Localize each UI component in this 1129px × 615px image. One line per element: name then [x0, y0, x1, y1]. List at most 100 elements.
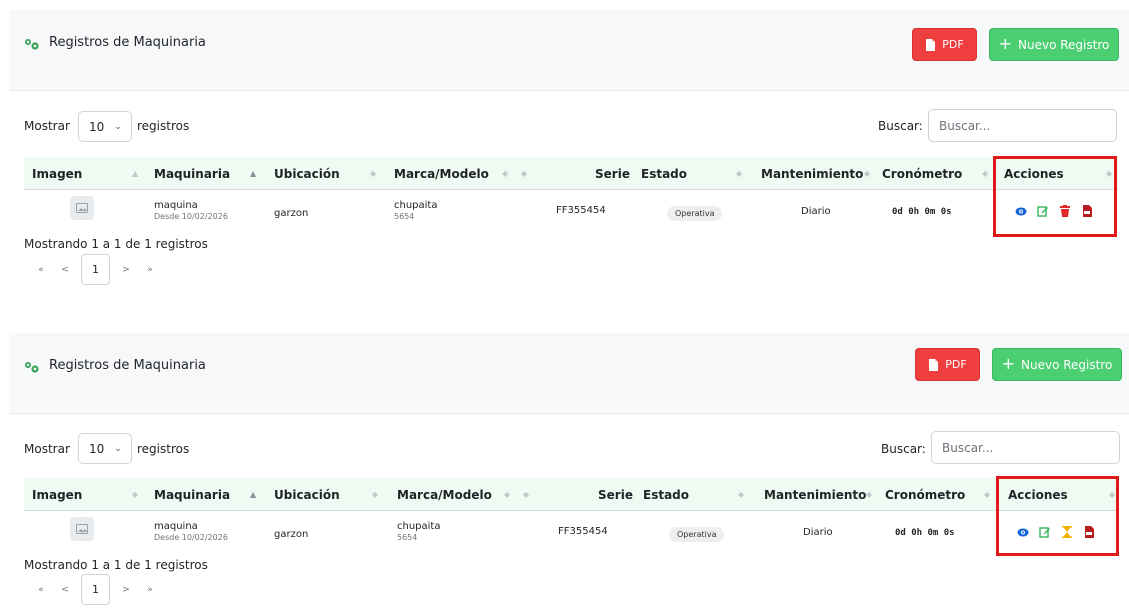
- pdf-button-label: PDF: [942, 38, 964, 51]
- col-marca-modelo[interactable]: Marca/Modelo: [397, 478, 492, 511]
- search-input[interactable]: Buscar...: [931, 431, 1120, 464]
- col-estado[interactable]: Estado: [643, 478, 689, 511]
- col-mantenimiento[interactable]: Mantenimiento: [764, 478, 866, 511]
- sort-icon: ◆: [864, 169, 871, 178]
- table-info: Mostrando 1 a 1 de 1 registros: [24, 558, 208, 572]
- pager-prev[interactable]: <: [53, 265, 77, 275]
- col-cronometro[interactable]: Cronómetro: [882, 157, 962, 190]
- sort-icon: ◆: [982, 169, 989, 178]
- gears-icon: [25, 39, 39, 50]
- maquinaria-name: maquina: [154, 200, 198, 211]
- sort-icon: ◆: [866, 490, 873, 499]
- col-serie[interactable]: Serie: [595, 157, 630, 190]
- cell-ubicacion: garzon: [274, 529, 309, 540]
- chevron-down-icon: ⌄: [114, 443, 122, 454]
- cell-marca-modelo: chupaita 5654: [394, 200, 437, 221]
- cell-ubicacion: garzon: [274, 208, 309, 219]
- search-label: Buscar:: [881, 442, 926, 456]
- file-pdf-icon: [926, 38, 936, 51]
- sort-icon: ◆: [372, 490, 379, 499]
- sort-icon: ◆: [132, 490, 139, 499]
- pager-last[interactable]: »: [138, 265, 162, 275]
- modelo: 5654: [394, 212, 415, 221]
- file-pdf-icon: [929, 358, 939, 371]
- pager-last[interactable]: »: [138, 585, 162, 595]
- cell-maquinaria: maquina Desde 10/02/2026: [154, 521, 228, 542]
- table-row: maquina Desde 10/02/2026 garzon chupaita…: [24, 190, 1118, 234]
- pager-next[interactable]: >: [114, 585, 138, 595]
- search-placeholder: Buscar...: [939, 118, 991, 133]
- pager-next[interactable]: >: [114, 265, 138, 275]
- cell-mantenimiento: Diario: [801, 206, 831, 217]
- col-marca-modelo[interactable]: Marca/Modelo: [394, 157, 489, 190]
- status-badge: Operativa: [669, 527, 725, 542]
- sort-icon: ◆: [523, 490, 530, 499]
- search-label: Buscar:: [878, 119, 923, 133]
- table-info: Mostrando 1 a 1 de 1 registros: [24, 237, 208, 251]
- sort-icon: ▲︎: [132, 169, 139, 178]
- col-ubicacion[interactable]: Ubicación: [274, 157, 340, 190]
- plus-icon: +: [1001, 353, 1016, 373]
- gears-icon: [25, 362, 39, 373]
- pdf-button[interactable]: PDF: [912, 28, 977, 61]
- table-row: maquina Desde 10/02/2026 garzon chupaita…: [24, 511, 1118, 555]
- col-cronometro[interactable]: Cronómetro: [885, 478, 965, 511]
- search-input[interactable]: Buscar...: [928, 109, 1117, 142]
- cell-cronometro: 0d 0h 0m 0s: [892, 207, 952, 217]
- table-header: Imagen ◆ Maquinaria ▲ Ubicación ◆ Marca/…: [24, 478, 1118, 511]
- image-placeholder-icon: [70, 517, 94, 541]
- cell-serie: FF355454: [558, 526, 608, 537]
- cell-maquinaria: maquina Desde 10/02/2026: [154, 200, 228, 221]
- pdf-button-label: PDF: [945, 358, 967, 371]
- page-size-select[interactable]: 10 ⌄: [78, 111, 132, 142]
- sort-icon: ◆: [504, 490, 511, 499]
- col-ubicacion[interactable]: Ubicación: [274, 478, 340, 511]
- plus-icon: +: [998, 33, 1013, 53]
- maquinaria-desde: Desde 10/02/2026: [154, 533, 228, 542]
- show-label: Mostrar: [24, 119, 70, 133]
- col-imagen[interactable]: Imagen: [32, 157, 82, 190]
- sort-icon: ◆: [984, 490, 991, 499]
- show-label: Mostrar: [24, 442, 70, 456]
- highlight-box: [996, 476, 1119, 556]
- marca: chupaita: [394, 200, 438, 211]
- sort-asc-icon: ▲: [250, 490, 257, 499]
- page-size-value: 10: [89, 119, 105, 134]
- pagination: « < 1 > »: [29, 254, 162, 285]
- sort-icon: ◆: [738, 490, 745, 499]
- page-size-select[interactable]: 10 ⌄: [78, 433, 132, 464]
- sort-asc-icon: ▲: [250, 169, 257, 178]
- col-estado[interactable]: Estado: [641, 157, 687, 190]
- col-mantenimiento[interactable]: Mantenimiento: [761, 157, 863, 190]
- image-placeholder-icon: [70, 196, 94, 220]
- cell-mantenimiento: Diario: [803, 527, 833, 538]
- pager-current[interactable]: 1: [81, 574, 110, 605]
- page-title: Registros de Maquinaria: [49, 358, 206, 373]
- sort-icon: ◆: [502, 169, 509, 178]
- page-size-value: 10: [89, 441, 105, 456]
- new-record-button[interactable]: + Nuevo Registro: [989, 28, 1119, 61]
- pager-current[interactable]: 1: [81, 254, 110, 285]
- status-badge: Operativa: [667, 206, 723, 221]
- new-record-button[interactable]: + Nuevo Registro: [992, 348, 1122, 381]
- cell-serie: FF355454: [556, 205, 606, 216]
- cell-marca-modelo: chupaita 5654: [397, 521, 440, 542]
- new-record-label: Nuevo Registro: [1021, 357, 1113, 372]
- pdf-button[interactable]: PDF: [915, 348, 980, 381]
- pagination: « < 1 > »: [29, 574, 162, 605]
- pager-first[interactable]: «: [29, 585, 53, 595]
- new-record-label: Nuevo Registro: [1018, 37, 1110, 52]
- col-serie[interactable]: Serie: [598, 478, 633, 511]
- chevron-down-icon: ⌄: [114, 121, 122, 132]
- modelo: 5654: [397, 533, 418, 542]
- sort-icon: ◆: [370, 169, 377, 178]
- records-label: registros: [137, 442, 190, 456]
- col-imagen[interactable]: Imagen: [32, 478, 82, 511]
- sort-icon: ◆: [736, 169, 743, 178]
- pager-prev[interactable]: <: [53, 585, 77, 595]
- pager-first[interactable]: «: [29, 265, 53, 275]
- table-header: Imagen ▲︎ Maquinaria ▲ Ubicación ◆ Marca…: [24, 157, 1118, 190]
- marca: chupaita: [397, 521, 441, 532]
- col-maquinaria[interactable]: Maquinaria: [154, 478, 230, 511]
- col-maquinaria[interactable]: Maquinaria: [154, 157, 230, 190]
